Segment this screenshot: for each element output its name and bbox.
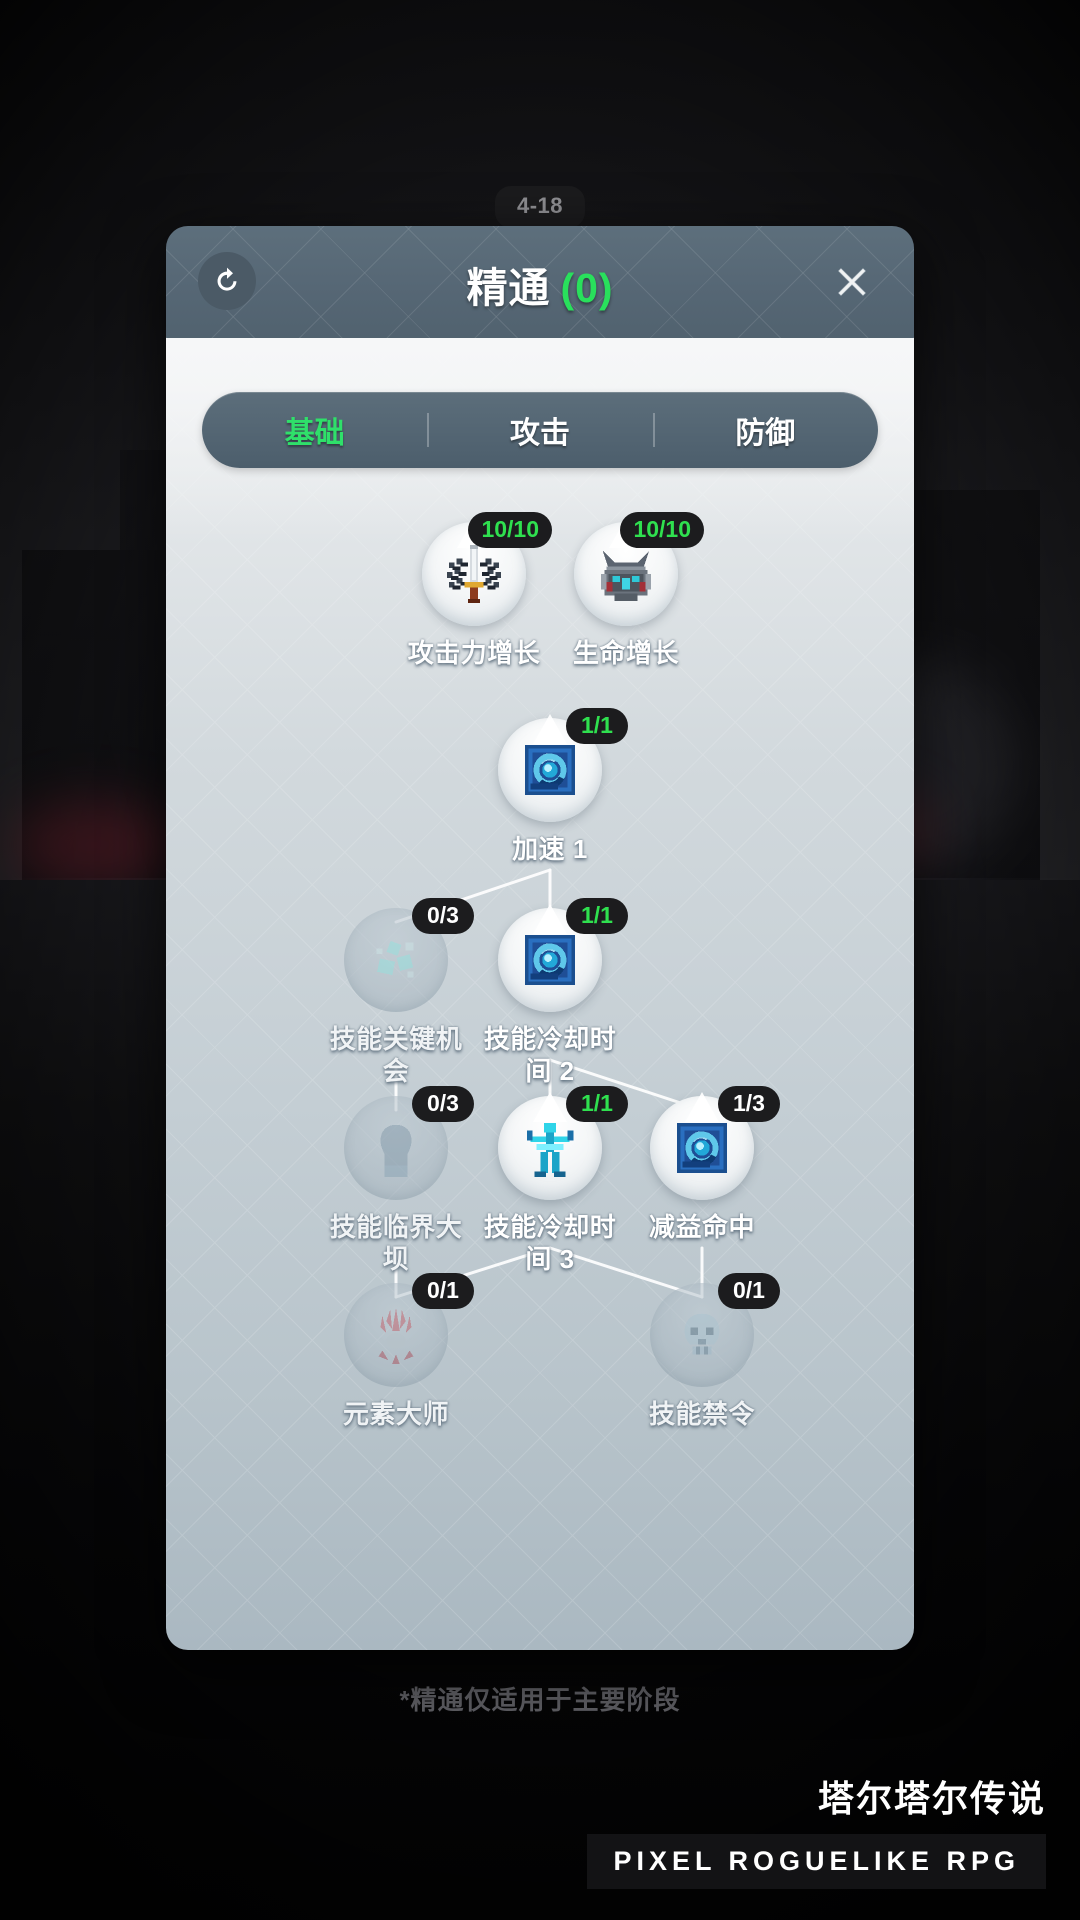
node-label: 技能禁令 bbox=[648, 1399, 755, 1429]
stage-badge: 4-18 bbox=[494, 186, 586, 228]
category-tabs: 基础 攻击 防御 bbox=[202, 392, 878, 468]
mastery-node-attack-growth[interactable]: 10/10 攻击力增长 bbox=[399, 512, 552, 670]
shards-icon bbox=[365, 929, 427, 991]
close-button[interactable] bbox=[826, 256, 878, 308]
tab-basic[interactable]: 基础 bbox=[202, 408, 427, 452]
blue-vortex-icon bbox=[519, 739, 581, 801]
mastery-node-debuff-accuracy[interactable]: 1/3 减益命中 bbox=[627, 1086, 780, 1244]
node-level-badge: 0/3 bbox=[412, 898, 474, 934]
node-label: 元素大师 bbox=[342, 1399, 449, 1429]
blue-vortex-icon bbox=[671, 1117, 733, 1179]
brand-subtitle: PIXEL ROGUELIKE RPG bbox=[587, 1834, 1046, 1889]
node-level-badge: 10/10 bbox=[620, 512, 704, 548]
node-circle[interactable]: 0/1 bbox=[650, 1273, 780, 1387]
mastery-panel: 精通 (0) 基础 攻击 防御 10/10 攻击力增长 10/10 生命增长 1… bbox=[166, 226, 914, 1650]
panel-body: 基础 攻击 防御 10/10 攻击力增长 10/10 生命增长 1/1 加速 1… bbox=[166, 338, 914, 1650]
node-circle[interactable]: 10/10 bbox=[574, 512, 704, 626]
close-x-icon bbox=[838, 268, 866, 296]
mastery-node-skill-cooldown-3[interactable]: 1/1 技能冷却时间 3 bbox=[475, 1086, 628, 1275]
mastery-node-haste-1[interactable]: 1/1 加速 1 bbox=[475, 708, 628, 866]
brand-block: 塔尔塔尔传说 PIXEL ROGUELIKE RPG bbox=[587, 1770, 1046, 1889]
node-circle[interactable]: 0/3 bbox=[344, 898, 474, 1012]
armored-boss-icon bbox=[595, 543, 657, 605]
node-label: 技能关键机会 bbox=[329, 1024, 463, 1086]
mastery-node-health-growth[interactable]: 10/10 生命增长 bbox=[551, 512, 704, 670]
node-label: 减益命中 bbox=[648, 1212, 755, 1242]
head-silhouette-icon bbox=[365, 1117, 427, 1179]
mastery-tree: 10/10 攻击力增长 10/10 生命增长 1/1 加速 1 0/3 技能关键… bbox=[166, 488, 914, 1648]
tab-attack[interactable]: 攻击 bbox=[427, 408, 652, 452]
cyan-figure-icon bbox=[519, 1117, 581, 1179]
node-level-badge: 0/1 bbox=[718, 1273, 780, 1309]
sword-icon bbox=[443, 543, 505, 605]
node-circle[interactable]: 1/1 bbox=[498, 708, 628, 822]
node-label: 生命增长 bbox=[572, 638, 679, 668]
node-label: 技能冷却时间 3 bbox=[483, 1212, 617, 1274]
tab-defense[interactable]: 防御 bbox=[653, 408, 878, 452]
panel-title-text: 精通 bbox=[466, 265, 551, 311]
node-level-badge: 0/1 bbox=[412, 1273, 474, 1309]
node-circle[interactable]: 1/1 bbox=[498, 898, 628, 1012]
panel-header: 精通 (0) bbox=[166, 226, 914, 338]
skull-icon bbox=[671, 1304, 733, 1366]
mastery-node-skill-ban[interactable]: 0/1 技能禁令 bbox=[627, 1273, 780, 1431]
node-circle[interactable]: 0/1 bbox=[344, 1273, 474, 1387]
node-circle[interactable]: 10/10 bbox=[422, 512, 552, 626]
node-circle[interactable]: 0/3 bbox=[344, 1086, 474, 1200]
node-level-badge: 0/3 bbox=[412, 1086, 474, 1122]
mastery-node-skill-key-chance[interactable]: 0/3 技能关键机会 bbox=[321, 898, 474, 1087]
mastery-node-skill-crit-dam[interactable]: 0/3 技能临界大坝 bbox=[321, 1086, 474, 1275]
mastery-points-count: (0) bbox=[560, 265, 614, 311]
node-level-badge: 1/1 bbox=[566, 708, 628, 744]
node-label: 技能临界大坝 bbox=[329, 1212, 463, 1274]
node-circle[interactable]: 1/3 bbox=[650, 1086, 780, 1200]
mastery-node-skill-cooldown-2[interactable]: 1/1 技能冷却时间 2 bbox=[475, 898, 628, 1087]
node-label: 技能冷却时间 2 bbox=[483, 1024, 617, 1086]
background-glow bbox=[8, 800, 178, 890]
page-title: 精通 (0) bbox=[166, 254, 914, 314]
node-level-badge: 1/1 bbox=[566, 1086, 628, 1122]
node-level-badge: 1/3 bbox=[718, 1086, 780, 1122]
node-circle[interactable]: 1/1 bbox=[498, 1086, 628, 1200]
node-label: 加速 1 bbox=[512, 834, 588, 864]
mastery-node-element-master[interactable]: 0/1 元素大师 bbox=[321, 1273, 474, 1431]
node-level-badge: 10/10 bbox=[468, 512, 552, 548]
brand-title: 塔尔塔尔传说 bbox=[817, 1778, 1046, 1819]
footer-note: *精通仅适用于主要阶段 bbox=[399, 1685, 681, 1715]
red-flame-icon bbox=[365, 1304, 427, 1366]
node-label: 攻击力增长 bbox=[407, 638, 541, 668]
blue-vortex-icon bbox=[519, 929, 581, 991]
node-level-badge: 1/1 bbox=[566, 898, 628, 934]
